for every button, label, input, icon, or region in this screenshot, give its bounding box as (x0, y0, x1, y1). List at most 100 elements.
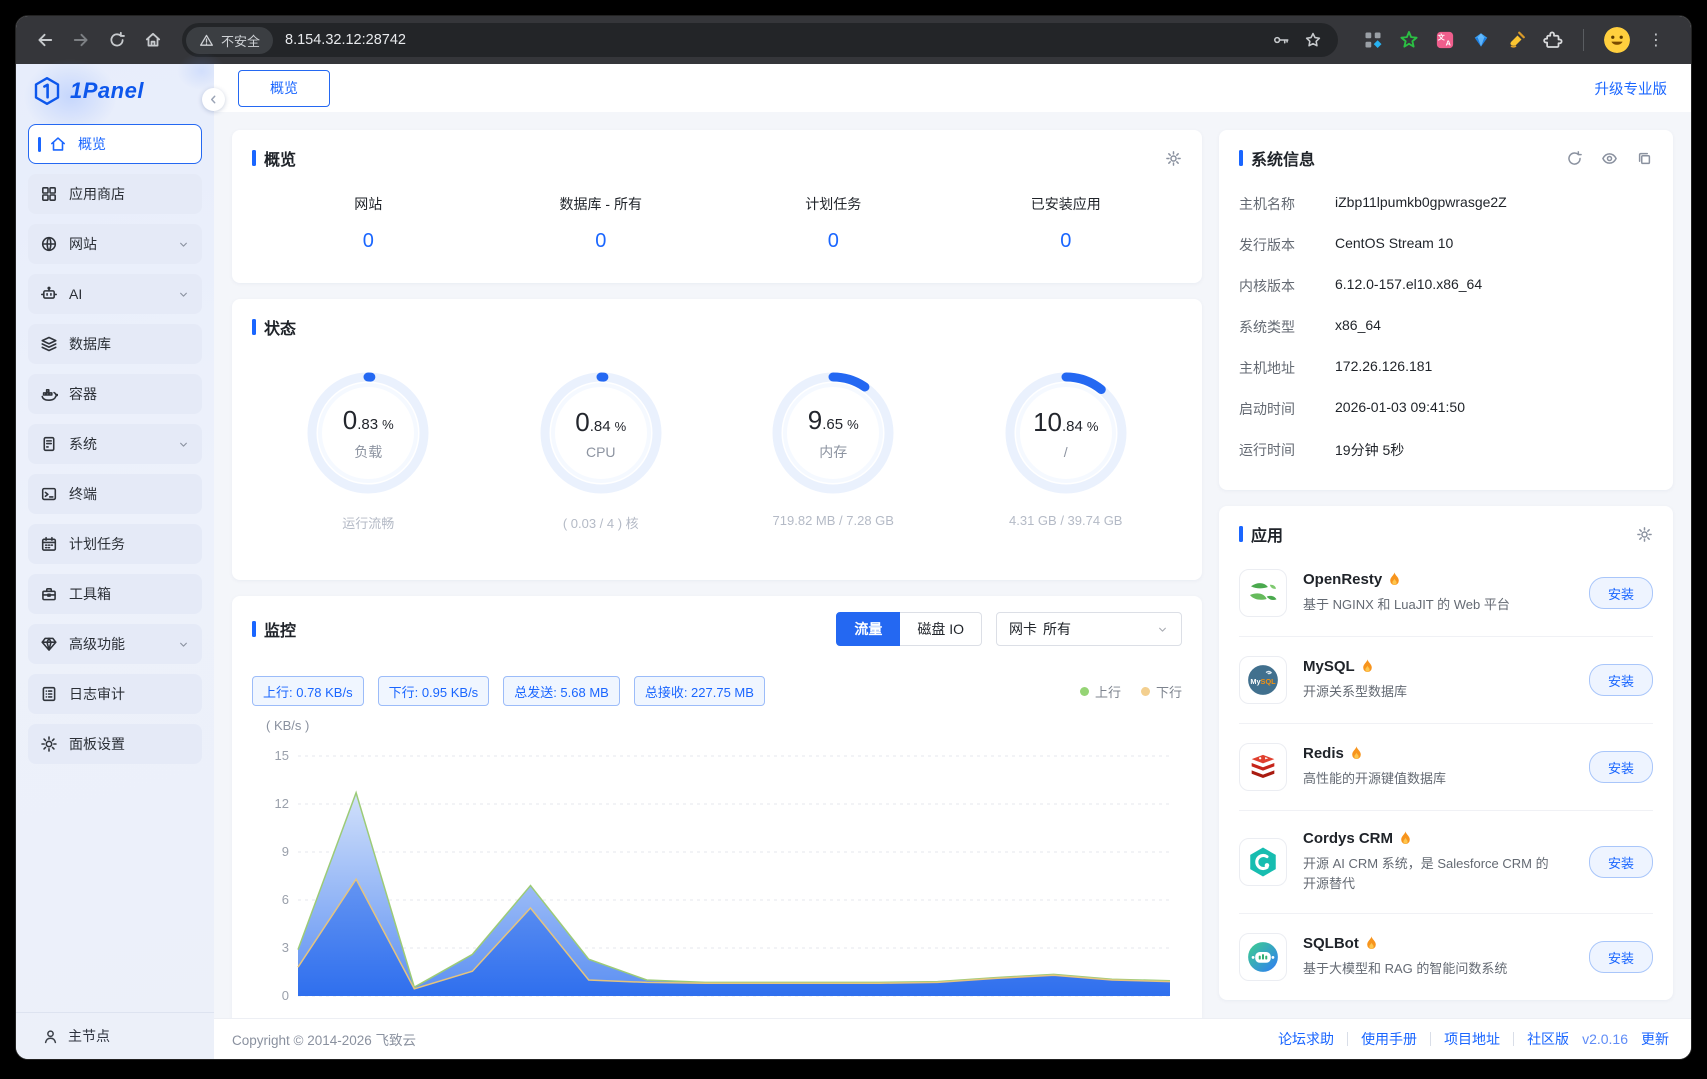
forward-icon[interactable] (66, 25, 96, 55)
gem-icon (40, 635, 58, 653)
security-label: 不安全 (221, 31, 260, 50)
overview-settings-gear-icon[interactable] (1165, 150, 1182, 167)
security-chip[interactable]: 不安全 (186, 27, 273, 54)
sidebar-item-database[interactable]: 数据库 (28, 324, 202, 364)
sidebar-item-overview[interactable]: 概览 (28, 124, 202, 164)
ext-broom-icon[interactable] (1506, 30, 1527, 51)
browser-menu-kebab-icon[interactable]: ⋮ (1645, 30, 1667, 50)
eye-icon[interactable] (1601, 150, 1618, 167)
app-description: 基于大模型和 RAG 的智能问数系统 (1303, 959, 1558, 979)
sysinfo-card: 系统信息 主机名称 iZbp11lpumkb0gpwrasge2Z发行版本 Ce… (1219, 130, 1673, 490)
sidebar-item-website[interactable]: 网站 (28, 224, 202, 264)
chevron-left-icon (207, 93, 220, 106)
sidebar-item-label: 系统 (69, 434, 97, 454)
stat-value-websites[interactable]: 0 (252, 230, 485, 253)
sysinfo-row: 内核版本 6.12.0-157.el10.x86_64 (1239, 276, 1653, 296)
ext-translate-icon[interactable]: 文A (1434, 30, 1455, 51)
ext-grid-icon[interactable] (1362, 30, 1383, 51)
tab-overview[interactable]: 概览 (238, 70, 330, 107)
stat-value-databases[interactable]: 0 (485, 230, 718, 253)
sidebar-item-label: 容器 (69, 384, 97, 404)
traffic-badges: 上行: 0.78 KB/s下行: 0.95 KB/s总发送: 5.68 MB总接… (252, 676, 1182, 706)
sidebar-item-cronjob[interactable]: 计划任务 (28, 524, 202, 564)
sidebar-item-label: 计划任务 (69, 534, 125, 554)
install-button-mysql[interactable]: 安装 (1589, 664, 1653, 696)
sidebar-item-audit[interactable]: 日志审计 (28, 674, 202, 714)
sidebar-item-terminal[interactable]: 终端 (28, 474, 202, 514)
footer-link-0[interactable]: 论坛求助 (1278, 1029, 1334, 1049)
stat-value-installed-apps[interactable]: 0 (950, 230, 1183, 253)
sidebar-item-container[interactable]: 容器 (28, 374, 202, 414)
flame-icon (1388, 572, 1401, 587)
sidebar-item-label: 数据库 (69, 334, 111, 354)
extensions-row: 文A (1352, 30, 1573, 51)
stat-value-cronjobs[interactable]: 0 (717, 230, 950, 253)
sidebar-item-label: 高级功能 (69, 634, 125, 654)
sysinfo-row: 运行时间 19分钟 5秒 (1239, 440, 1653, 460)
install-button-cordys-crm[interactable]: 安装 (1589, 846, 1653, 878)
sidebar-collapse-button[interactable] (202, 88, 225, 111)
monitor-tab-disk-io[interactable]: 磁盘 IO (900, 612, 982, 646)
sysinfo-value: CentOS Stream 10 (1335, 235, 1453, 255)
footer-link-2[interactable]: 项目地址 (1444, 1029, 1500, 1049)
url-bar[interactable]: 不安全 8.154.32.12:28742 (182, 23, 1338, 57)
sidebar-item-toolbox[interactable]: 工具箱 (28, 574, 202, 614)
svg-text:3: 3 (282, 940, 289, 955)
logo[interactable]: 1Panel (16, 64, 214, 118)
url-text[interactable]: 8.154.32.12:28742 (285, 32, 1272, 48)
gauge-memory: 9.65% 内存719.82 MB / 7.28 GB (717, 369, 950, 532)
install-button-sqlbot[interactable]: 安装 (1589, 941, 1653, 973)
sidebar-item-app-store[interactable]: 应用商店 (28, 174, 202, 214)
sidebar-item-settings[interactable]: 面板设置 (28, 724, 202, 764)
bookmark-star-icon[interactable] (1304, 31, 1322, 49)
app-name: Redis (1303, 745, 1573, 762)
legend-item-上行[interactable]: 上行 (1080, 682, 1121, 701)
monitor-tab-traffic[interactable]: 流量 (836, 612, 900, 646)
traffic-badge: 总接收: 227.75 MB (634, 676, 765, 706)
browser-home-icon[interactable] (138, 25, 168, 55)
gauge-label: 内存 (819, 442, 847, 462)
install-button-openresty[interactable]: 安装 (1589, 577, 1653, 609)
ext-gem-icon[interactable] (1470, 30, 1491, 51)
sysinfo-row: 主机名称 iZbp11lpumkb0gpwrasge2Z (1239, 194, 1653, 214)
app-row-redis[interactable]: Redis 高性能的开源键值数据库 安装 (1239, 724, 1653, 811)
copy-icon[interactable] (1636, 150, 1653, 167)
sidebar-item-ai[interactable]: AI (28, 274, 202, 314)
app-row-cordys-crm[interactable]: Cordys CRM 开源 AI CRM 系统，是 Salesforce CRM… (1239, 811, 1653, 914)
footer-link-1[interactable]: 使用手册 (1361, 1029, 1417, 1049)
sidebar-item-label: 日志审计 (69, 684, 125, 704)
brand-text: 1Panel (70, 78, 144, 104)
app-row-sqlbot[interactable]: SQLBot 基于大模型和 RAG 的智能问数系统 安装 (1239, 914, 1653, 1000)
sidebar-item-advanced[interactable]: 高级功能 (28, 624, 202, 664)
stat-installed-apps: 已安装应用0 (950, 194, 1183, 253)
profile-avatar[interactable] (1604, 27, 1630, 53)
browser-window: 不安全 8.154.32.12:28742 文A (16, 16, 1691, 1059)
back-icon[interactable] (30, 25, 60, 55)
nic-select[interactable]: 网卡 所有 (996, 612, 1182, 646)
install-button-redis[interactable]: 安装 (1589, 751, 1653, 783)
app-row-openresty[interactable]: OpenResty 基于 NGINX 和 LuaJIT 的 Web 平台 安装 (1239, 550, 1653, 637)
svg-text:文: 文 (1437, 32, 1445, 41)
svg-text:15: 15 (275, 748, 289, 763)
extensions-puzzle-icon[interactable] (1542, 30, 1563, 51)
ext-star-icon[interactable] (1398, 30, 1419, 51)
footer-link-3[interactable]: 社区版 (1527, 1029, 1569, 1049)
gear-icon (40, 735, 58, 753)
apps-settings-gear-icon[interactable] (1636, 526, 1653, 543)
nic-select-value: 所有 (1043, 619, 1071, 639)
upgrade-pro-link[interactable]: 升级专业版 (1595, 78, 1668, 99)
app-row-mysql[interactable]: MySQL MySQL 开源关系型数据库 安装 (1239, 637, 1653, 724)
key-icon[interactable] (1272, 31, 1290, 49)
legend-item-下行[interactable]: 下行 (1141, 682, 1182, 701)
sqlbot-app-icon (1239, 933, 1287, 981)
gauge-sub-label: ( 0.03 / 4 ) 核 (563, 513, 639, 532)
status-gauges: 0.83% 负载运行流畅 0.84% CPU( 0.03 / 4 ) 核 9.6… (252, 369, 1182, 564)
sidebar-item-system[interactable]: 系统 (28, 424, 202, 464)
gauge-sub-label: 运行流畅 (342, 513, 394, 532)
sidebar-item-label: 网站 (69, 234, 97, 254)
update-link[interactable]: 更新 (1641, 1029, 1669, 1049)
node-switcher[interactable]: 主节点 (16, 1012, 214, 1059)
reload-icon[interactable] (102, 25, 132, 55)
mysql-app-icon: MySQL (1239, 656, 1287, 704)
refresh-icon[interactable] (1566, 150, 1583, 167)
